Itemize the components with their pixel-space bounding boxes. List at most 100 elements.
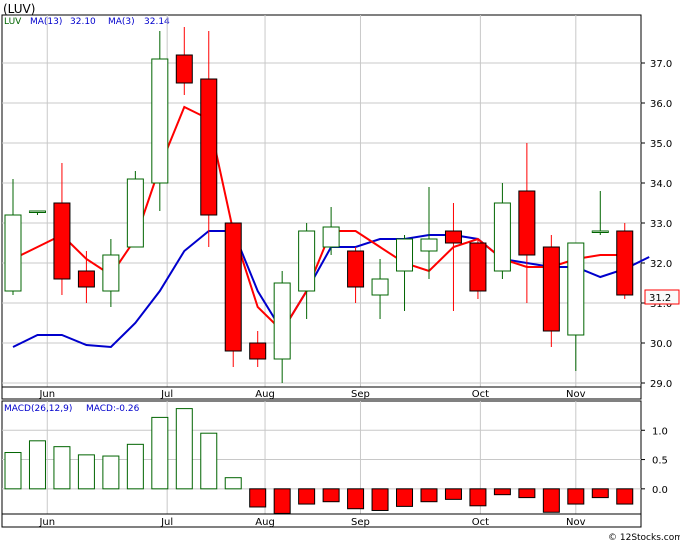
candle (518, 143, 536, 303)
macd-bar (347, 488, 365, 510)
macd-bar (249, 488, 267, 508)
macd-bars (4, 408, 634, 514)
candle (567, 242, 585, 371)
price-y-tick-label: 35.0 (650, 139, 672, 150)
macd-bar (175, 408, 193, 490)
macd-x-tick-label: Sep (351, 517, 370, 528)
macd-bar (53, 446, 71, 490)
price-x-tick-label: Jul (160, 389, 173, 400)
candle-body (518, 190, 536, 256)
macd-bar (518, 488, 536, 499)
legend-ma13-value: 32.10 (70, 17, 96, 27)
macd-legend-label: MACD(26,12,9) (4, 404, 72, 414)
watermark: © 12Stocks.com (608, 533, 680, 543)
macd-y-tick-label: 0.0 (652, 485, 668, 496)
macd-y-tick-label: 1.0 (652, 426, 668, 437)
candle (77, 251, 95, 303)
macd-y-ticks: 0.0 0.5 1.0 (641, 426, 668, 496)
candle-body (28, 210, 46, 213)
macd-bar (567, 488, 585, 505)
macd-bar (126, 443, 144, 490)
chart-title: (LUV) (3, 2, 35, 16)
candle-body (4, 214, 22, 292)
price-y-tick-label: 37.0 (650, 59, 672, 70)
price-y-tick-label: 33.0 (650, 219, 672, 230)
candle (347, 247, 365, 303)
macd-x-tick-label: Jun (38, 517, 55, 528)
price-y-ticks: 29.030.031.032.033.034.035.036.037.0 (641, 59, 672, 390)
macd-x-tick-label: Jul (160, 517, 173, 528)
candle-body (444, 230, 462, 244)
macd-bar (420, 488, 438, 503)
stock-chart: (LUV) LUV MA(13) 32.10 MA(3) 32.14 29.0 3… (1, 2, 680, 543)
candle-body (322, 226, 340, 248)
candle-body (151, 58, 169, 184)
legend-ma3-label: MA(3) (108, 17, 135, 27)
legend: LUV MA(13) 32.10 MA(3) 32.14 (4, 17, 170, 27)
candle (298, 223, 316, 319)
macd-bar (444, 488, 462, 500)
macd-x-tick-label: Aug (255, 517, 275, 528)
candle-body (591, 230, 609, 233)
macd-bar (77, 454, 95, 490)
candle-body (298, 230, 316, 292)
macd-bar (4, 452, 22, 490)
macd-x-tick-label: Nov (566, 517, 586, 528)
candle (175, 27, 193, 95)
candle (371, 259, 389, 319)
candle (493, 183, 511, 279)
candle-body (420, 238, 438, 252)
candle (444, 203, 462, 311)
macd-bar (322, 488, 340, 503)
price-x-tick-label: Jun (38, 389, 55, 400)
macd-bar (542, 488, 560, 513)
macd-bar (616, 488, 634, 505)
chart-stage: (LUV) LUV MA(13) 32.10 MA(3) 32.14 29.0 3… (0, 0, 680, 546)
price-y-tick-label: 32.0 (650, 259, 672, 270)
macd-x-axis-strip (1, 513, 642, 528)
macd-bar (224, 477, 242, 490)
last-price-tag: 31.2 (644, 289, 680, 305)
candle-body (567, 242, 585, 336)
candle-body (347, 250, 365, 288)
candle (273, 271, 291, 383)
candle-body (396, 238, 414, 272)
price-x-tick-label: Nov (566, 389, 586, 400)
candle-body (126, 178, 144, 248)
candle (469, 239, 487, 299)
macd-y-tick-label: 0.5 (652, 456, 668, 467)
legend-ma3-value: 32.14 (144, 17, 170, 27)
candle (4, 179, 22, 295)
candle (396, 235, 414, 311)
candle-body (273, 282, 291, 360)
macd-bar (371, 488, 389, 511)
candle (542, 235, 560, 347)
candle-body (77, 270, 95, 288)
legend-ma13-label: MA(13) (30, 17, 62, 27)
macd-bar (469, 488, 487, 507)
candle-body (616, 230, 634, 296)
candle (126, 171, 144, 248)
candle (616, 223, 634, 299)
macd-legend: MACD(26,12,9) MACD:-0.26 (4, 404, 140, 414)
legend-symbol: LUV (4, 17, 22, 27)
candle-body (249, 342, 267, 360)
candle (28, 210, 46, 215)
price-y-tick-label: 34.0 (650, 179, 672, 190)
macd-legend-value: MACD:-0.26 (86, 404, 140, 414)
candle (224, 222, 242, 367)
candle-body (175, 54, 193, 84)
candle-body (493, 202, 511, 272)
price-x-axis-strip (1, 386, 642, 400)
price-y-tick-label: 30.0 (650, 339, 672, 350)
candle-body (102, 254, 120, 292)
candle (102, 239, 120, 307)
macd-bar (591, 488, 609, 499)
macd-x-tick-label: Oct (472, 517, 489, 528)
candles (4, 27, 634, 383)
macd-bar (200, 432, 218, 490)
macd-bar (493, 488, 511, 496)
candle (591, 191, 609, 235)
candle (249, 331, 267, 367)
candle-body (200, 78, 218, 216)
